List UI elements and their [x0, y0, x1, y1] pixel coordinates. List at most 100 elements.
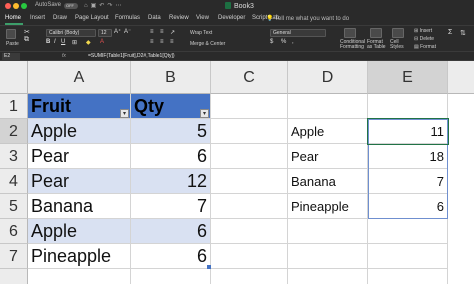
tab-view[interactable]: View	[196, 15, 209, 21]
cell-d6[interactable]	[288, 219, 368, 244]
fx-icon[interactable]: fx	[62, 53, 66, 59]
grow-font-icon[interactable]: A⁺	[114, 28, 121, 35]
column-header-c[interactable]: C	[211, 61, 288, 94]
insert-cells-button[interactable]: ⊞ Insert	[414, 28, 432, 34]
shrink-font-icon[interactable]: A⁻	[124, 28, 131, 35]
cell-e6[interactable]	[368, 219, 448, 244]
paste-icon[interactable]	[6, 29, 16, 39]
cell-d1[interactable]	[288, 94, 368, 119]
qty-filter-dropdown-icon[interactable]: ▾	[200, 109, 209, 118]
paste-button[interactable]: Paste	[6, 41, 19, 47]
table-header-fruit[interactable]: Fruit	[28, 94, 131, 119]
tab-data[interactable]: Data	[148, 15, 161, 21]
zoom-window-button[interactable]	[21, 3, 27, 9]
cell-a8[interactable]	[28, 269, 131, 284]
conditional-formatting-icon[interactable]	[344, 28, 356, 38]
tab-draw[interactable]: Draw	[53, 15, 67, 21]
cell-b8[interactable]	[131, 269, 211, 284]
cell-e1[interactable]	[368, 94, 448, 119]
cell-c7[interactable]	[211, 244, 288, 269]
formula-input[interactable]: =SUMIF(Table1[Fruit],D2#,Table1[Qty])	[88, 53, 175, 59]
cell-c2[interactable]	[211, 119, 288, 144]
table-cell-fruit[interactable]: Pineapple	[28, 244, 131, 269]
table-cell-qty[interactable]: 5	[131, 119, 211, 144]
row-header-8[interactable]	[0, 269, 28, 284]
italic-icon[interactable]: I	[54, 39, 56, 45]
quick-access-toolbar[interactable]: ⌂▣↶↷⋯	[84, 2, 124, 9]
cut-icon[interactable]: ✂	[24, 28, 30, 36]
cell-d8[interactable]	[288, 269, 368, 284]
orientation-icon[interactable]: ↗	[170, 29, 175, 36]
cell-c4[interactable]	[211, 169, 288, 194]
table-cell-qty[interactable]: 6	[131, 219, 211, 244]
format-as-table-button[interactable]: Format as Table	[367, 40, 387, 50]
summary-cell-fruit[interactable]: Pear	[288, 144, 368, 169]
close-window-button[interactable]	[5, 3, 11, 9]
select-all-corner[interactable]	[0, 61, 28, 94]
cell-e7[interactable]	[368, 244, 448, 269]
save-icon[interactable]: ▣	[91, 3, 100, 9]
summary-cell-fruit[interactable]: Apple	[288, 119, 368, 144]
row-header-6[interactable]: 6	[0, 219, 28, 244]
row-header-4[interactable]: 4	[0, 169, 28, 194]
row-header-3[interactable]: 3	[0, 144, 28, 169]
underline-icon[interactable]: U	[61, 39, 65, 45]
wrap-text-button[interactable]: Wrap Text	[190, 30, 212, 36]
format-as-table-icon[interactable]	[370, 28, 382, 38]
cell-c3[interactable]	[211, 144, 288, 169]
tab-page-layout[interactable]: Page Layout	[75, 15, 109, 21]
borders-icon[interactable]: ⊞	[72, 39, 77, 46]
column-header-e[interactable]: E	[368, 61, 448, 94]
cell-e8[interactable]	[368, 269, 448, 284]
name-box[interactable]: E2	[2, 53, 20, 60]
row-header-7[interactable]: 7	[0, 244, 28, 269]
row-header-2[interactable]: 2	[0, 119, 28, 144]
table-cell-fruit[interactable]: Banana	[28, 194, 131, 219]
align-middle-icon[interactable]: ≡	[160, 29, 164, 35]
table-cell-fruit[interactable]: Pear	[28, 144, 131, 169]
row-header-5[interactable]: 5	[0, 194, 28, 219]
align-left-icon[interactable]: ≡	[150, 39, 154, 45]
table-cell-fruit[interactable]: Apple	[28, 119, 131, 144]
fill-color-icon[interactable]: ◆	[86, 39, 91, 46]
column-header-f[interactable]	[448, 61, 474, 94]
home-icon[interactable]: ⌂	[84, 3, 91, 9]
tab-insert[interactable]: Insert	[30, 15, 45, 21]
minimize-window-button[interactable]	[13, 3, 19, 9]
cell-c6[interactable]	[211, 219, 288, 244]
cell-c8[interactable]	[211, 269, 288, 284]
table-cell-qty[interactable]: 12	[131, 169, 211, 194]
row-header-1[interactable]: 1	[0, 94, 28, 119]
table-cell-fruit[interactable]: Apple	[28, 219, 131, 244]
align-center-icon[interactable]: ≡	[160, 39, 164, 45]
delete-cells-button[interactable]: ⊟ Delete	[414, 36, 434, 42]
autosum-icon[interactable]: Σ	[448, 29, 452, 36]
merge-center-button[interactable]: Merge & Center	[190, 41, 225, 47]
column-header-d[interactable]: D	[288, 61, 368, 94]
cell-styles-icon[interactable]	[392, 28, 404, 38]
font-name-select[interactable]: Calibri (Body)	[46, 29, 96, 37]
fruit-filter-dropdown-icon[interactable]: ▾	[120, 109, 129, 118]
comma-icon[interactable]: ,	[292, 39, 294, 45]
tab-review[interactable]: Review	[169, 15, 189, 21]
cell-c5[interactable]	[211, 194, 288, 219]
table-cell-qty[interactable]: 6	[131, 144, 211, 169]
align-right-icon[interactable]: ≡	[170, 39, 174, 45]
copy-icon[interactable]: ⧉	[24, 36, 29, 44]
table-cell-qty[interactable]: 7	[131, 194, 211, 219]
percent-icon[interactable]: %	[281, 39, 286, 45]
font-size-select[interactable]: 12	[98, 29, 112, 37]
align-top-icon[interactable]: ≡	[150, 29, 154, 35]
table-header-qty[interactable]: Qty	[131, 94, 211, 119]
bold-icon[interactable]: B	[46, 39, 50, 45]
cell-c1[interactable]	[211, 94, 288, 119]
format-cells-button[interactable]: ▤ Format	[414, 44, 436, 50]
column-header-a[interactable]: A	[28, 61, 131, 94]
cell-styles-button[interactable]: Cell Styles	[390, 40, 406, 50]
table-cell-qty[interactable]: 6	[131, 244, 211, 269]
sort-filter-icon[interactable]: ⇅	[460, 29, 466, 37]
conditional-formatting-button[interactable]: Conditional Formatting	[340, 40, 366, 50]
number-format-select[interactable]: General	[270, 29, 326, 37]
tab-home[interactable]: Home	[5, 15, 21, 21]
currency-icon[interactable]: $	[270, 39, 273, 45]
